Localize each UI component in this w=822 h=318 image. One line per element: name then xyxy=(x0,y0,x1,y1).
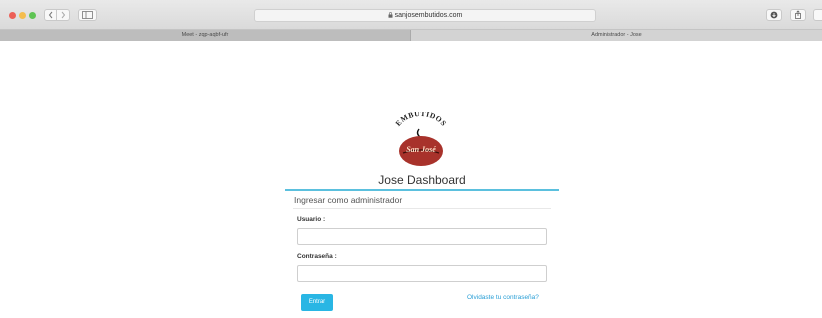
page-title: Jose Dashboard xyxy=(378,173,466,187)
forward-button[interactable] xyxy=(57,9,70,21)
tab-label: Administrador - Jose xyxy=(591,32,642,38)
panel-heading: Ingresar como administrador xyxy=(294,195,403,205)
logo-script-text: San José xyxy=(406,145,436,154)
sidebar-icon xyxy=(82,11,93,19)
submit-button[interactable]: Entrar xyxy=(301,294,333,311)
show-tabs-button[interactable] xyxy=(813,9,822,21)
panel-divider xyxy=(293,208,551,209)
forgot-password-link[interactable]: Olvidaste tu contraseña? xyxy=(467,294,539,302)
downloads-button[interactable] xyxy=(766,9,782,21)
back-button[interactable] xyxy=(44,9,57,21)
url-text: sanjosembutidos.com xyxy=(394,12,463,19)
username-label: Usuario : xyxy=(297,216,326,223)
share-icon xyxy=(795,10,801,19)
sidebar-toggle-button[interactable] xyxy=(78,9,97,21)
download-icon xyxy=(770,11,778,19)
fullscreen-window-button[interactable] xyxy=(29,11,36,19)
lock-icon xyxy=(388,12,393,18)
address-bar[interactable]: sanjosembutidos.com xyxy=(254,9,596,22)
tab-meet[interactable]: Meet - zqp-aqbf-ufr xyxy=(0,30,411,41)
embutidos-logo: EMBUTIDOS San José xyxy=(394,112,449,166)
tab-label: Meet - zqp-aqbf-ufr xyxy=(181,32,229,38)
login-panel: Ingresar como administrador Usuario : Co… xyxy=(285,191,559,318)
close-window-button[interactable] xyxy=(9,11,16,19)
browser-toolbar: sanjosembutidos.com xyxy=(0,0,822,30)
logo-arc-text: EMBUTIDOS xyxy=(394,112,449,128)
password-label: Contraseña : xyxy=(297,253,337,260)
username-input[interactable] xyxy=(297,228,547,245)
tab-administrador[interactable]: Administrador - Jose xyxy=(411,30,822,41)
minimize-window-button[interactable] xyxy=(19,11,26,19)
chevron-right-icon xyxy=(61,11,66,19)
tab-bar: Meet - zqp-aqbf-ufr Administrador - Jose xyxy=(0,30,822,41)
chevron-left-icon xyxy=(48,11,52,19)
share-button[interactable] xyxy=(790,9,806,21)
password-input[interactable] xyxy=(297,265,547,282)
